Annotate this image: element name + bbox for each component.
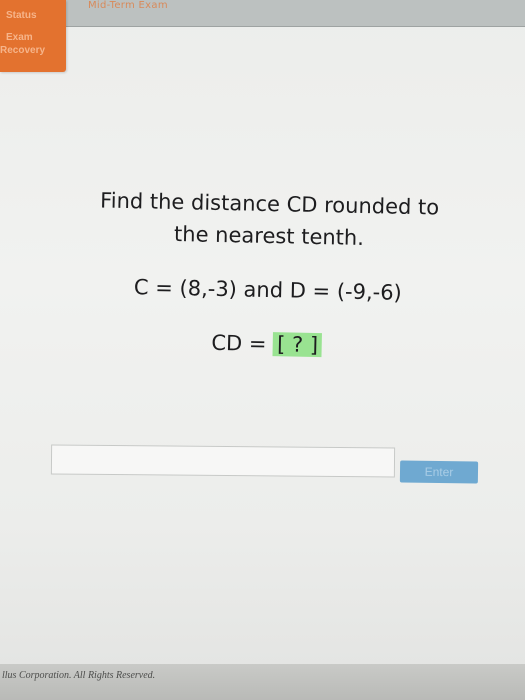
footer: llus Corporation. All Rights Reserved. — [0, 664, 525, 700]
copyright-text: llus Corporation. All Rights Reserved. — [2, 670, 156, 681]
answer-input[interactable] — [50, 444, 396, 478]
answer-prefix: CD = — [211, 330, 274, 357]
recovery-label: Recovery — [0, 45, 46, 56]
exam-label: Exam — [6, 32, 33, 43]
coordinates-text: C = (8,-3) and D = (-9,-6) — [133, 275, 403, 305]
exam-screen: Mid-Term Exam Status Exam Recovery Find … — [0, 0, 525, 700]
question-panel: Find the distance CD rounded to the near… — [47, 183, 490, 360]
answer-placeholder-box: [ ? ] — [272, 332, 323, 358]
status-tab[interactable]: Status Exam Recovery — [0, 0, 66, 72]
exam-title: Mid-Term Exam — [88, 0, 168, 11]
enter-button[interactable]: Enter — [399, 460, 479, 484]
answer-prompt: CD = [ ? ] — [47, 327, 487, 360]
status-label: Status — [6, 10, 37, 21]
top-bar: Mid-Term Exam — [0, 0, 525, 27]
